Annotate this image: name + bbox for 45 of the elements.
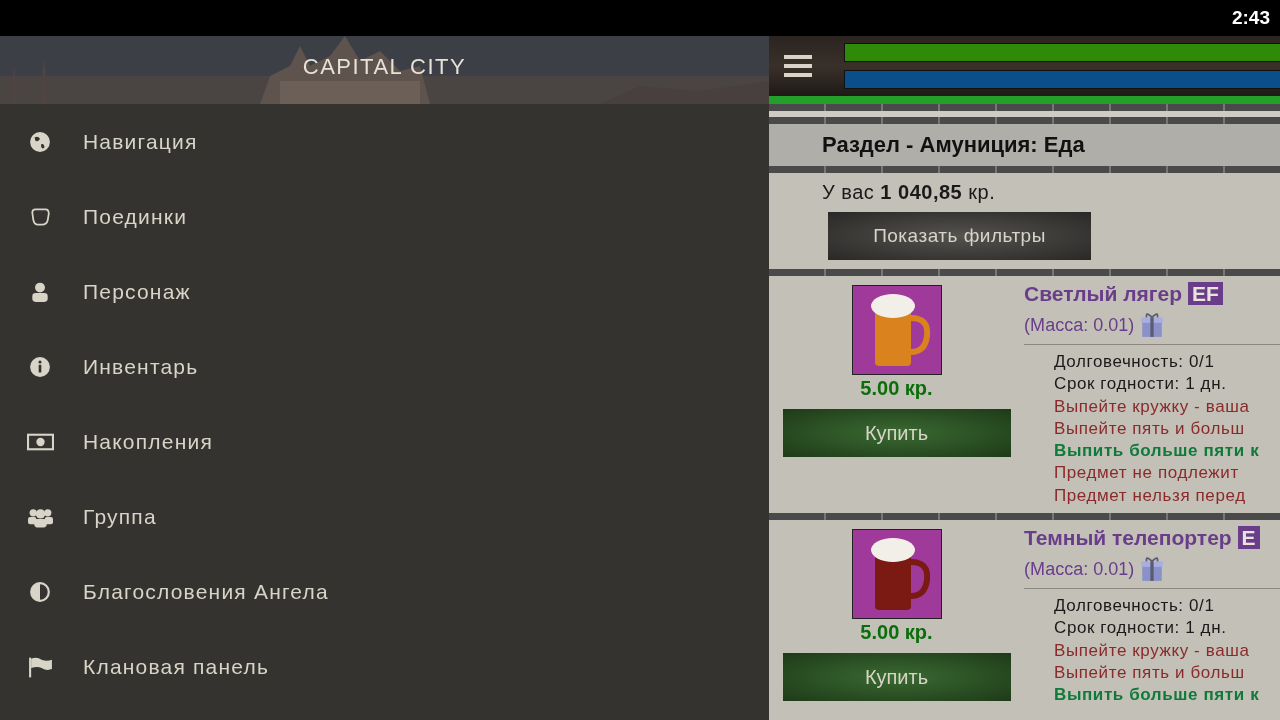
beer-mug-icon: [851, 529, 942, 619]
item-property: Выпить больше пяти к: [1053, 440, 1261, 463]
menu-item[interactable]: Поединки: [0, 179, 769, 254]
info-icon: [29, 355, 51, 378]
item-property: Выпейте пять и больш: [1053, 417, 1246, 440]
globe-icon: [29, 130, 51, 153]
item-price: 5.00 кр.: [860, 621, 933, 644]
buy-button[interactable]: Купить: [782, 409, 1011, 457]
item-mass: (Масса: 0.01): [1024, 314, 1135, 336]
menu-item[interactable]: Клановая панель: [0, 629, 769, 704]
item-property: Предмет не подлежит: [1053, 462, 1240, 485]
user-icon: [29, 280, 51, 303]
balance-text: У вас 1 040,85 кр.: [822, 181, 997, 204]
item-name: Темный телепортер: [1024, 526, 1232, 549]
item-property: Предмет нельзя перед: [1053, 484, 1247, 507]
menu-item[interactable]: Накопления: [0, 404, 769, 479]
menu-icon[interactable]: [784, 54, 812, 78]
gift-icon: [1140, 312, 1165, 338]
gift-icon: [1140, 556, 1165, 582]
city-title: CAPITAL CITY: [301, 54, 468, 80]
item-property: Выпейте пять и больш: [1053, 661, 1246, 684]
menu-item[interactable]: Инвентарь: [0, 329, 769, 404]
section-title: Раздел - Амуниция: Еда: [822, 132, 1085, 158]
item-mass: (Масса: 0.01): [1024, 558, 1135, 580]
item-price: 5.00 кр.: [860, 377, 933, 400]
menu-item[interactable]: Благословения Ангела: [0, 554, 769, 629]
contrast-icon: [29, 580, 51, 603]
menu-item[interactable]: Группа: [0, 479, 769, 554]
menu-item[interactable]: Персонаж: [0, 254, 769, 329]
beer-mug-icon: [851, 285, 942, 375]
clock-time: 2:43: [1231, 7, 1270, 29]
buy-button[interactable]: Купить: [782, 653, 1011, 701]
item-name: Светлый лягер: [1024, 282, 1183, 305]
menu-item[interactable]: Навигация: [0, 104, 769, 179]
item-badge: EF: [1187, 282, 1223, 305]
item-property: Срок годности: 1 дн.: [1053, 373, 1228, 396]
show-filters-button[interactable]: Показать фильтры: [828, 212, 1091, 260]
item-property: Долговечность: 0/1: [1053, 351, 1216, 373]
item-badge: E: [1237, 526, 1260, 549]
item-property: Долговечность: 0/1: [1053, 595, 1216, 617]
item-property: Выпить больше пяти к: [1053, 684, 1261, 707]
item-property: Срок годности: 1 дн.: [1053, 617, 1228, 640]
flag-icon: [27, 655, 54, 678]
item-property: Выпейте кружку - ваша: [1053, 395, 1251, 418]
item-property: Выпейте кружку - ваша: [1053, 639, 1251, 662]
